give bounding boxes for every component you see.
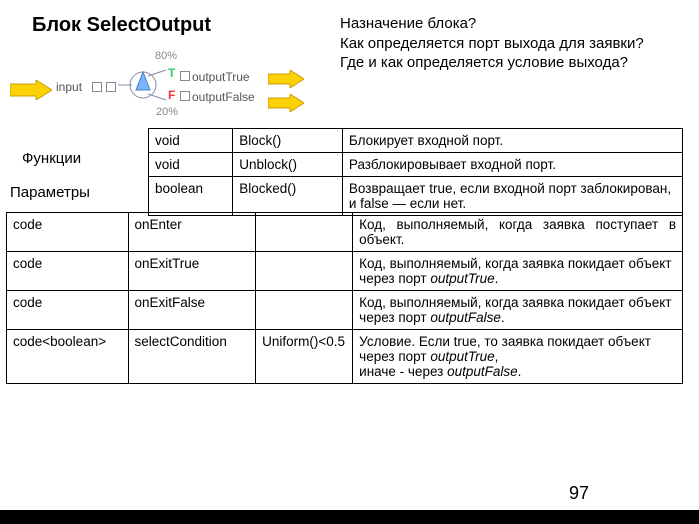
- table-row: code onEnter Код, выполняемый, когда зая…: [7, 213, 683, 252]
- port-false: [180, 91, 190, 101]
- label-true: T: [168, 66, 175, 80]
- cell-desc: Код, выполняемый, когда заявка покидает …: [353, 291, 683, 330]
- cell-desc: Возвращает true, если входной порт забло…: [342, 177, 682, 216]
- table-row: void Block() Блокирует входной порт.: [149, 129, 683, 153]
- cell-name: Block(): [233, 129, 343, 153]
- cell-def: Uniform()<0.5: [256, 330, 353, 384]
- cell-type: code: [7, 213, 129, 252]
- section-label-parameters: Параметры: [10, 184, 90, 201]
- cell-desc: Условие. Если true, то заявка покидает о…: [353, 330, 683, 384]
- table-row: void Unblock() Разблокировывает входной …: [149, 153, 683, 177]
- questions-block: Назначение блока?Как определяется порт в…: [340, 14, 670, 73]
- table-row: code onExitFalse Код, выполняемый, когда…: [7, 291, 683, 330]
- table-row: boolean Blocked() Возвращает true, если …: [149, 177, 683, 216]
- cell-return: boolean: [149, 177, 233, 216]
- cell-def: [256, 291, 353, 330]
- split-icon: [118, 60, 168, 110]
- label-input: input: [56, 80, 82, 94]
- table-row: code onExitTrue Код, выполняемый, когда …: [7, 252, 683, 291]
- cell-name: Unblock(): [233, 153, 343, 177]
- cell-name: onExitTrue: [128, 252, 256, 291]
- cell-type: code<boolean>: [7, 330, 129, 384]
- cell-name: onEnter: [128, 213, 256, 252]
- cell-desc: Код, выполняемый, когда заявка покидает …: [353, 252, 683, 291]
- cell-desc: Код, выполняемый, когда заявка поступает…: [353, 213, 683, 252]
- parameters-table: code onEnter Код, выполняемый, когда зая…: [6, 212, 683, 384]
- table-row: code<boolean> selectCondition Uniform()<…: [7, 330, 683, 384]
- cell-desc: Разблокировывает входной порт.: [342, 153, 682, 177]
- port-in: [92, 82, 102, 92]
- label-false: F: [168, 88, 175, 102]
- label-output-false: outputFalse: [192, 90, 255, 104]
- page-number: 97: [569, 483, 589, 504]
- functions-table: void Block() Блокирует входной порт. voi…: [148, 128, 683, 216]
- port-mid: [106, 82, 116, 92]
- arrow-out-true-icon: [268, 70, 304, 88]
- cell-desc: Блокирует входной порт.: [342, 129, 682, 153]
- label-output-true: outputTrue: [192, 70, 250, 84]
- block-diagram: input 80% 20% T F outputTrue outputFalse: [0, 46, 310, 126]
- port-true: [180, 71, 190, 81]
- cell-type: code: [7, 291, 129, 330]
- cell-name: selectCondition: [128, 330, 256, 384]
- cell-name: Blocked(): [233, 177, 343, 216]
- arrow-in-icon: [10, 80, 52, 100]
- cell-def: [256, 252, 353, 291]
- cell-def: [256, 213, 353, 252]
- section-label-functions: Функции: [22, 150, 81, 167]
- arrow-out-false-icon: [268, 94, 304, 112]
- label-20pct: 20%: [156, 106, 178, 118]
- cell-type: code: [7, 252, 129, 291]
- page-title: Блок SelectOutput: [32, 14, 211, 37]
- label-80pct: 80%: [155, 50, 177, 62]
- cell-name: onExitFalse: [128, 291, 256, 330]
- cell-return: void: [149, 129, 233, 153]
- cell-return: void: [149, 153, 233, 177]
